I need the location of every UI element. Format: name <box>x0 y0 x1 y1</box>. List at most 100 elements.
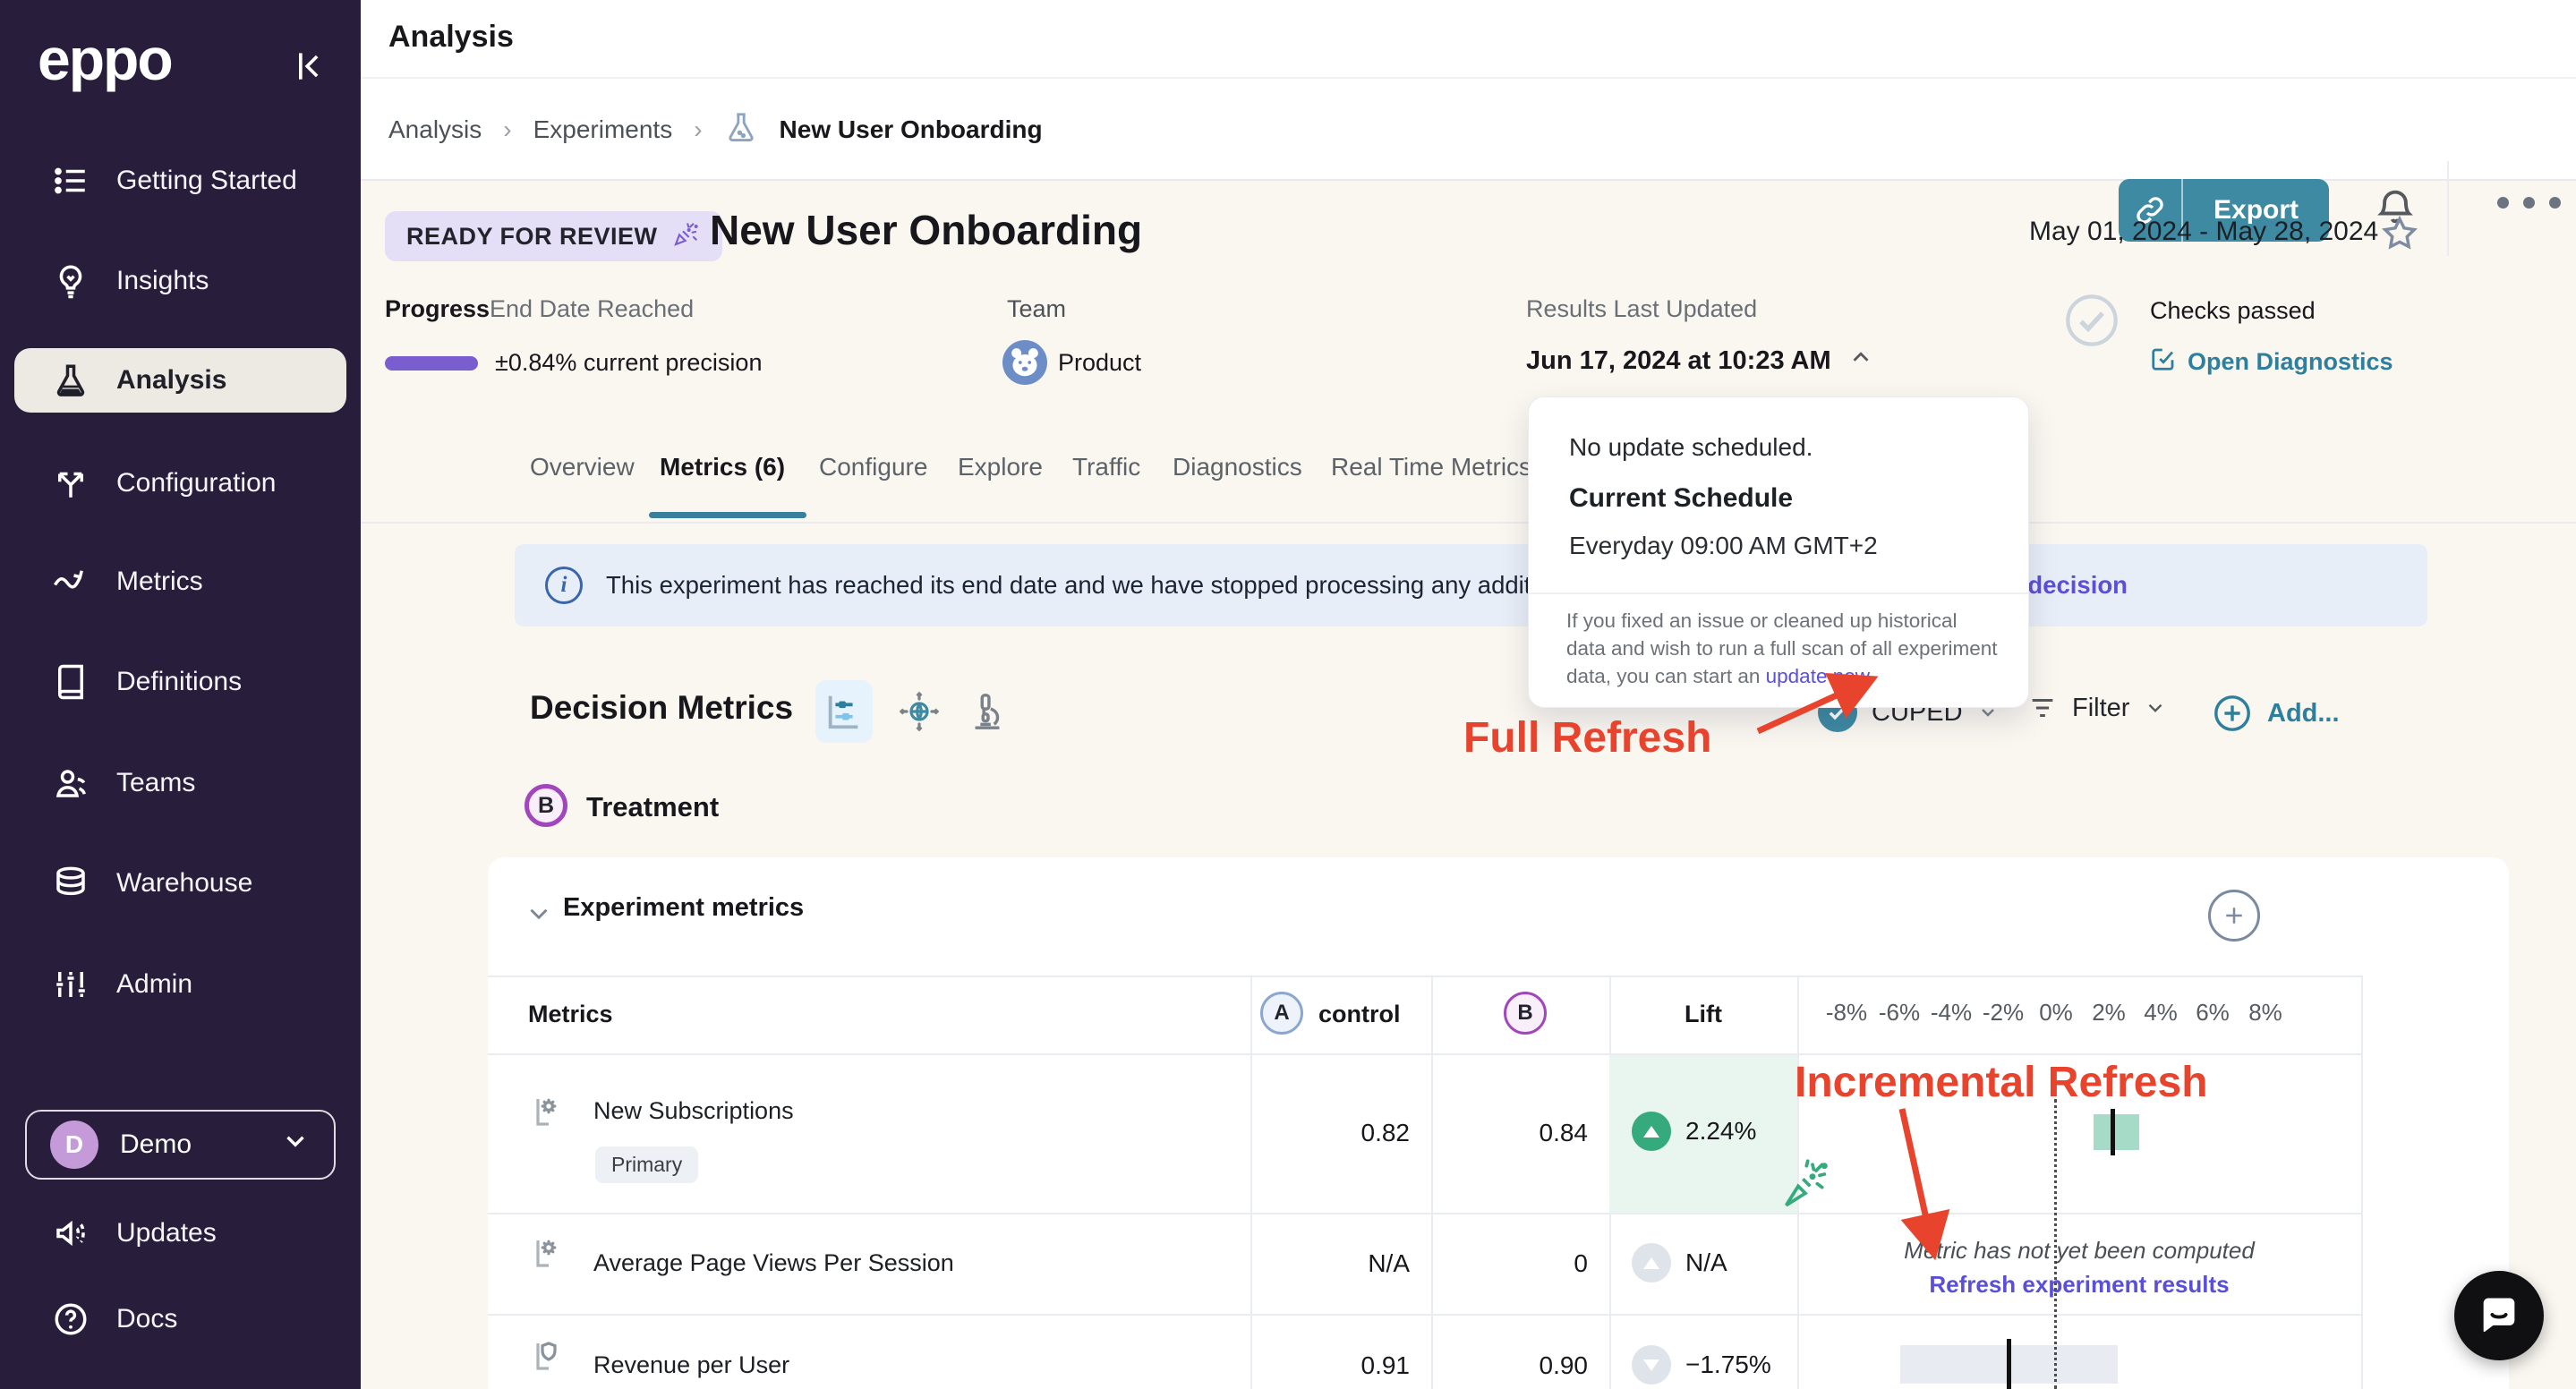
metric-not-computed-note: Metric has not yet been computed <box>1797 1237 2361 1265</box>
variant-b-badge-header: B <box>1504 992 1547 1035</box>
no-update-text: No update scheduled. <box>1569 433 1813 462</box>
tab-metrics[interactable]: Metrics (6) <box>660 453 785 481</box>
team-name: Product <box>1058 349 1141 377</box>
chevron-down-icon <box>280 1126 311 1163</box>
book-icon <box>50 661 91 703</box>
tabs-divider <box>361 522 2576 524</box>
sidebar-collapse-icon[interactable] <box>289 47 328 90</box>
team-avatar <box>1002 340 1047 385</box>
megaphone-icon <box>50 1213 91 1254</box>
metric-gear-icon <box>531 1233 574 1281</box>
popup-body: If you fixed an issue or cleaned up hist… <box>1566 607 2001 690</box>
sidebar-item-label: Insights <box>116 266 209 296</box>
metric-shield-icon <box>531 1336 574 1384</box>
breadcrumb-current: New User Onboarding <box>780 115 1043 144</box>
app-screen: eppo Getting Started Insights Analysis <box>0 0 2576 1389</box>
value-b: 0.84 <box>1454 1119 1588 1147</box>
split-arrows-icon <box>50 463 91 504</box>
schedule-title: Current Schedule <box>1569 483 1793 514</box>
metric-gear-icon <box>531 1092 574 1139</box>
value-a: N/A <box>1275 1249 1410 1278</box>
lift-down-icon <box>1632 1345 1671 1385</box>
results-label: Results Last Updated <box>1526 295 1757 323</box>
open-diagnostics-link[interactable]: Open Diagnostics <box>2150 345 2393 379</box>
page-title: Analysis <box>388 20 514 55</box>
variant-label: Treatment <box>586 791 719 823</box>
status-badge-label: READY FOR REVIEW <box>406 223 658 251</box>
variant-letter: B <box>538 793 554 819</box>
breadcrumb-analysis[interactable]: Analysis <box>388 115 482 144</box>
more-menu-button[interactable] <box>2497 197 2561 209</box>
sidebar-item-admin[interactable]: Admin <box>14 952 346 1017</box>
table-border <box>1250 976 1252 1389</box>
tab-diagnostics[interactable]: Diagnostics <box>1173 453 1302 481</box>
results-updated-toggle[interactable]: Jun 17, 2024 at 10:23 AM <box>1526 344 1874 378</box>
forest-plot-view-button[interactable] <box>815 680 873 743</box>
lift-value-neutral: N/A <box>1632 1243 1727 1282</box>
chevron-right-icon: › <box>694 115 702 144</box>
add-metric-control[interactable]: Add... <box>2212 693 2340 734</box>
update-now-link[interactable]: update now <box>1766 665 1869 687</box>
filter-icon <box>2027 693 2058 723</box>
sidebar-item-label: Configuration <box>116 468 276 499</box>
open-diagnostics-icon <box>2150 345 2177 379</box>
sidebar-item-definitions[interactable]: Definitions <box>14 650 346 714</box>
sidebar-item-teams[interactable]: Teams <box>14 751 346 815</box>
favorite-star-icon[interactable] <box>2379 213 2420 259</box>
breadcrumb-experiments[interactable]: Experiments <box>533 115 673 144</box>
global-lift-view-button[interactable] <box>891 680 948 743</box>
sidebar-item-insights[interactable]: Insights <box>14 249 346 313</box>
tab-real-time-metrics[interactable]: Real Time Metrics <box>1331 453 1531 481</box>
add-section-button[interactable] <box>2208 890 2260 942</box>
chat-icon <box>2476 1292 2522 1339</box>
progress-bar <box>385 356 478 371</box>
workspace-name: Demo <box>120 1129 192 1160</box>
progress-label: Progress <box>385 295 490 323</box>
metric-name[interactable]: Revenue per User <box>593 1351 789 1379</box>
main-area: Analysis Analysis › Experiments › New Us… <box>361 0 2576 1389</box>
popup-divider <box>1529 592 2028 594</box>
tab-configure[interactable]: Configure <box>819 453 927 481</box>
microscope-view-button[interactable] <box>959 680 1016 743</box>
section-title: Experiment metrics <box>563 893 804 923</box>
sidebar-item-analysis[interactable]: Analysis <box>14 348 346 413</box>
schedule-popup: No update scheduled. Current Schedule Ev… <box>1528 396 2029 708</box>
sidebar-item-docs[interactable]: Docs <box>14 1287 346 1351</box>
make-decision-link[interactable]: decision <box>2027 571 2128 600</box>
tab-traffic[interactable]: Traffic <box>1072 453 1140 481</box>
sidebar-item-updates[interactable]: Updates <box>14 1201 346 1265</box>
chat-widget-button[interactable] <box>2454 1271 2544 1360</box>
tab-overview[interactable]: Overview <box>530 453 635 481</box>
trend-icon <box>50 561 91 602</box>
lift-value-negative: −1.75% <box>1632 1345 1771 1385</box>
sidebar-item-metrics[interactable]: Metrics <box>14 550 346 614</box>
sliders-icon <box>50 964 91 1005</box>
results-value: Jun 17, 2024 at 10:23 AM <box>1526 346 1831 376</box>
table-border <box>2361 976 2363 1389</box>
chevron-down-icon[interactable] <box>524 899 554 933</box>
breadcrumb-bar: Analysis › Experiments › New User Onboar… <box>361 79 2576 181</box>
checks-passed-icon <box>2063 292 2120 354</box>
people-icon <box>50 763 91 804</box>
metric-name[interactable]: Average Page Views Per Session <box>593 1249 954 1277</box>
refresh-results-link[interactable]: Refresh experiment results <box>1797 1271 2361 1299</box>
workspace-switcher[interactable]: D Demo <box>25 1110 336 1180</box>
add-label: Add... <box>2267 699 2340 729</box>
sidebar-item-warehouse[interactable]: Warehouse <box>14 851 346 916</box>
sidebar-item-configuration[interactable]: Configuration <box>14 451 346 516</box>
value-b: 0 <box>1454 1249 1588 1278</box>
tab-explore[interactable]: Explore <box>958 453 1043 481</box>
breadcrumb: Analysis › Experiments › New User Onboar… <box>388 79 1043 181</box>
checklist-icon <box>50 160 91 201</box>
sidebar-item-label: Warehouse <box>116 868 252 899</box>
ci-bar-new-subscriptions <box>2094 1114 2139 1150</box>
table-border <box>488 1314 2361 1316</box>
info-icon: i <box>545 567 583 604</box>
sidebar-item-getting-started[interactable]: Getting Started <box>14 149 346 213</box>
experiment-title: New User Onboarding <box>710 206 1142 254</box>
metric-name[interactable]: New Subscriptions <box>593 1097 794 1125</box>
filter-control[interactable]: Filter <box>2027 693 2167 723</box>
sidebar-item-label: Updates <box>116 1218 217 1248</box>
filter-label: Filter <box>2072 694 2129 723</box>
sidebar-item-label: Analysis <box>116 365 226 396</box>
